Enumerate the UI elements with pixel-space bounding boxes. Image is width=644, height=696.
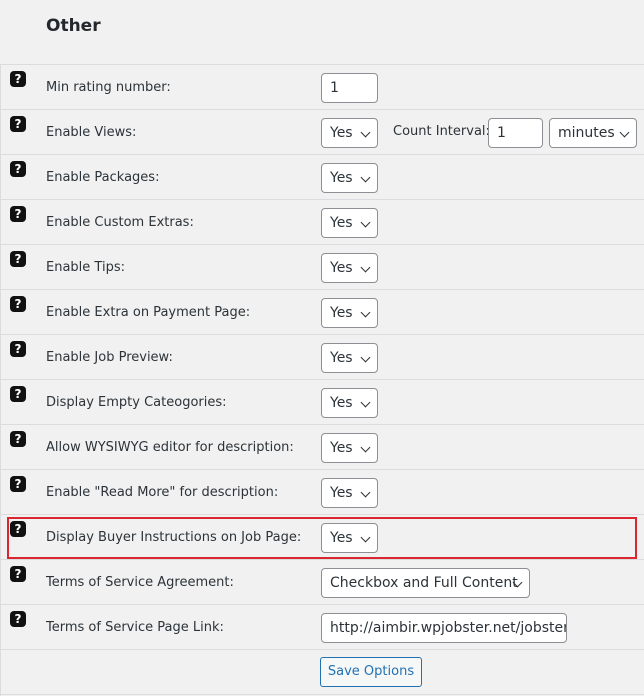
setting-label: Enable Extra on Payment Page: (46, 305, 251, 320)
chevron-down-icon (360, 172, 371, 183)
help-icon[interactable]: ? (10, 386, 26, 402)
help-icon[interactable]: ? (10, 611, 26, 627)
table-bottom-border (0, 694, 644, 695)
min-rating-input[interactable]: 1 (321, 73, 378, 103)
setting-row-enable-custom-extras: ? Enable Custom Extras: Yes (0, 200, 644, 245)
setting-label: Terms of Service Agreement: (46, 575, 234, 590)
setting-label: Min rating number: (46, 80, 171, 95)
chevron-down-icon (360, 352, 371, 363)
setting-row-display-empty-categories: ? Display Empty Cateogories: Yes (0, 380, 644, 425)
setting-label: Terms of Service Page Link: (46, 620, 224, 635)
select-value: minutes (558, 125, 615, 141)
help-icon[interactable]: ? (10, 71, 26, 87)
chevron-down-icon (360, 262, 371, 273)
setting-label: Enable Tips: (46, 260, 125, 275)
enable-tips-select[interactable]: Yes (321, 253, 378, 283)
setting-row-enable-read-more: ? Enable "Read More" for description: Ye… (0, 470, 644, 515)
setting-label: Display Empty Cateogories: (46, 395, 227, 410)
terms-agreement-select[interactable]: Checkbox and Full Content (321, 568, 530, 598)
setting-label: Enable Custom Extras: (46, 215, 194, 230)
count-interval-label: Count Interval: (393, 124, 490, 139)
enable-job-preview-select[interactable]: Yes (321, 343, 378, 373)
chevron-down-icon (360, 307, 371, 318)
chevron-down-icon (360, 397, 371, 408)
save-options-button[interactable]: Save Options (320, 657, 422, 687)
select-value: Yes (330, 440, 353, 456)
setting-row-enable-views: ? Enable Views: Yes Count Interval: 1 mi… (0, 110, 644, 155)
help-icon[interactable]: ? (10, 251, 26, 267)
setting-row-enable-extra-payment: ? Enable Extra on Payment Page: Yes (0, 290, 644, 335)
select-value: Checkbox and Full Content (330, 575, 518, 591)
chevron-down-icon (360, 487, 371, 498)
enable-read-more-select[interactable]: Yes (321, 478, 378, 508)
select-value: Yes (330, 350, 353, 366)
help-icon[interactable]: ? (10, 431, 26, 447)
select-value: Yes (330, 260, 353, 276)
section-title: Other (46, 16, 101, 36)
select-value: Yes (330, 170, 353, 186)
help-icon[interactable]: ? (10, 566, 26, 582)
help-icon[interactable]: ? (10, 476, 26, 492)
select-value: Yes (330, 125, 353, 141)
select-value: Yes (330, 305, 353, 321)
chevron-down-icon (360, 127, 371, 138)
help-icon[interactable]: ? (10, 116, 26, 132)
allow-wysiwyg-select[interactable]: Yes (321, 433, 378, 463)
display-empty-categories-select[interactable]: Yes (321, 388, 378, 418)
select-value: Yes (330, 395, 353, 411)
highlight-box (7, 517, 637, 559)
setting-label: Enable Packages: (46, 170, 160, 185)
chevron-down-icon (360, 217, 371, 228)
terms-link-input[interactable]: http://aimbir.wpjobster.net/jobster (321, 613, 567, 643)
select-value: Yes (330, 485, 353, 501)
chevron-down-icon (360, 442, 371, 453)
setting-label: Enable "Read More" for description: (46, 485, 279, 500)
setting-row-enable-job-preview: ? Enable Job Preview: Yes (0, 335, 644, 380)
help-icon[interactable]: ? (10, 341, 26, 357)
enable-extra-payment-select[interactable]: Yes (321, 298, 378, 328)
setting-row-allow-wysiwyg: ? Allow WYSIWYG editor for description: … (0, 425, 644, 470)
setting-label: Allow WYSIWYG editor for description: (46, 440, 294, 455)
setting-row-enable-packages: ? Enable Packages: Yes (0, 155, 644, 200)
setting-row-enable-tips: ? Enable Tips: Yes (0, 245, 644, 290)
setting-row-terms-agreement: ? Terms of Service Agreement: Checkbox a… (0, 560, 644, 605)
setting-row-min-rating: ? Min rating number: 1 (0, 65, 644, 110)
setting-label: Enable Views: (46, 125, 137, 140)
count-interval-unit-select[interactable]: minutes (549, 118, 637, 148)
setting-label: Enable Job Preview: (46, 350, 173, 365)
help-icon[interactable]: ? (10, 161, 26, 177)
enable-views-select[interactable]: Yes (321, 118, 378, 148)
help-icon[interactable]: ? (10, 206, 26, 222)
help-icon[interactable]: ? (10, 296, 26, 312)
chevron-down-icon (619, 127, 630, 138)
select-value: Yes (330, 215, 353, 231)
count-interval-input[interactable]: 1 (488, 118, 543, 148)
setting-row-terms-link: ? Terms of Service Page Link: http://aim… (0, 605, 644, 650)
enable-custom-extras-select[interactable]: Yes (321, 208, 378, 238)
enable-packages-select[interactable]: Yes (321, 163, 378, 193)
